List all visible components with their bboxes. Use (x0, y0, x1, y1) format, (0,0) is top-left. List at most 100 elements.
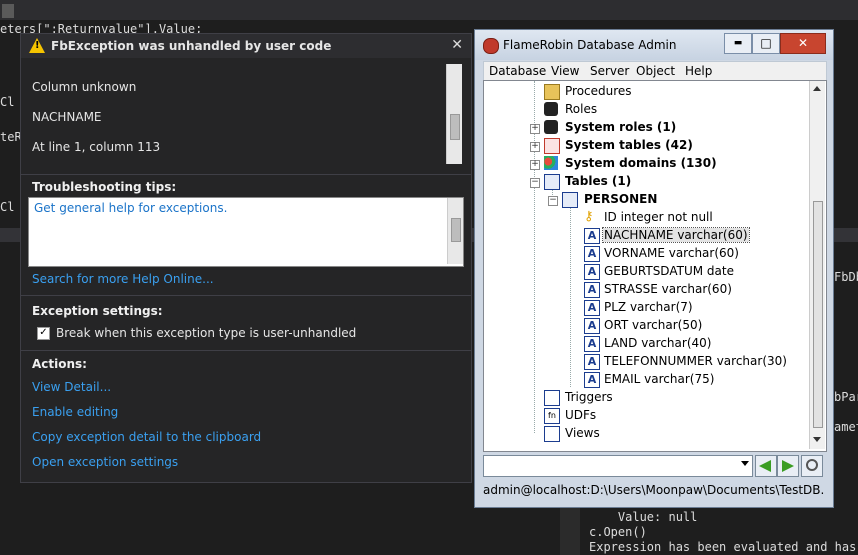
output-panel-edge (560, 505, 580, 555)
views-icon (544, 426, 560, 442)
tree-node-system-tables[interactable]: System tables (42) (565, 138, 693, 152)
tree-node-triggers[interactable]: Triggers (565, 390, 613, 404)
search-icon (806, 459, 818, 471)
exception-title-bar: ! FbException was unhandled by user code… (21, 34, 471, 58)
column-node[interactable]: GEBURTSDATUM date (604, 264, 734, 278)
column-icon: A (584, 246, 600, 262)
tree-node-system-domains[interactable]: System domains (130) (565, 156, 717, 170)
view-detail-link[interactable]: View Detail... (32, 380, 111, 394)
flamerobin-window: FlameRobin Database Admin ▬ □ ✕ Database… (474, 29, 834, 508)
column-icon: A (584, 300, 600, 316)
editor-topbar (0, 0, 858, 20)
scroll-up-icon[interactable] (813, 86, 821, 91)
message-line: Column unknown (32, 80, 137, 94)
scrollbar-thumb[interactable] (450, 114, 460, 140)
editor-tab-marker (2, 4, 14, 18)
column-icon: A (584, 318, 600, 334)
column-node[interactable]: EMAIL varchar(75) (604, 372, 714, 386)
chevron-down-icon[interactable] (741, 461, 749, 466)
tree-node-procedures[interactable]: Procedures (565, 84, 632, 98)
minimize-button[interactable]: ▬ (724, 33, 752, 54)
flamerobin-title-bar[interactable]: FlameRobin Database Admin ▬ □ ✕ (475, 30, 833, 60)
exception-dialog: ! FbException was unhandled by user code… (20, 33, 472, 483)
tree-scrollbar[interactable] (809, 81, 825, 449)
system-domains-icon (544, 156, 558, 170)
column-node[interactable]: STRASSE varchar(60) (604, 282, 732, 296)
search-bar (483, 455, 825, 477)
table-icon (562, 192, 578, 208)
exception-settings-heading: Exception settings: (32, 304, 163, 318)
column-node[interactable]: ID integer not null (604, 210, 713, 224)
column-node[interactable]: LAND varchar(40) (604, 336, 711, 350)
general-help-link[interactable]: Get general help for exceptions. (34, 201, 227, 215)
arrow-left-icon (759, 460, 771, 472)
tree-node-roles[interactable]: Roles (565, 102, 597, 116)
database-tree[interactable]: Procedures Roles + System roles (1) + Sy… (483, 80, 827, 452)
expand-icon[interactable]: + (530, 124, 540, 134)
menu-server[interactable]: Server (590, 64, 629, 78)
window-title: FlameRobin Database Admin (503, 38, 677, 52)
column-icon: A (584, 372, 600, 388)
break-checkbox[interactable]: ✓ (37, 327, 50, 340)
menu-object[interactable]: Object (636, 64, 675, 78)
search-help-online-link[interactable]: Search for more Help Online... (32, 272, 214, 286)
search-button[interactable] (801, 455, 823, 477)
divider (21, 174, 471, 175)
column-node[interactable]: VORNAME varchar(60) (604, 246, 739, 260)
udfs-icon: fn (544, 408, 560, 424)
forward-button[interactable] (777, 455, 799, 477)
tree-node-views[interactable]: Views (565, 426, 600, 440)
close-icon[interactable]: ✕ (451, 37, 463, 53)
column-icon: A (584, 282, 600, 298)
expand-icon[interactable]: + (530, 142, 540, 152)
column-node[interactable]: PLZ varchar(7) (604, 300, 693, 314)
expand-icon[interactable]: + (530, 160, 540, 170)
arrow-right-icon (782, 460, 794, 472)
key-icon: ⚷ (584, 209, 594, 224)
menu-bar: Database View Server Object Help (483, 61, 827, 81)
tips-box: Get general help for exceptions. (28, 197, 464, 267)
menu-database[interactable]: Database (489, 64, 546, 78)
copy-detail-link[interactable]: Copy exception detail to the clipboard (32, 430, 261, 444)
tree-node-tables[interactable]: Tables (1) (565, 174, 631, 188)
column-node-selected[interactable]: NACHNAME varchar(60) (602, 227, 750, 243)
flamerobin-logo-icon (483, 38, 499, 54)
tips-scrollbar[interactable] (447, 198, 463, 264)
close-button[interactable]: ✕ (780, 33, 826, 54)
code-line: amet (834, 420, 858, 434)
tree-line (570, 207, 571, 387)
system-tables-icon (544, 138, 560, 154)
scroll-down-icon[interactable] (813, 437, 821, 442)
enable-editing-link[interactable]: Enable editing (32, 405, 118, 419)
tree-node-udfs[interactable]: UDFs (565, 408, 596, 422)
menu-view[interactable]: View (551, 64, 579, 78)
back-button[interactable] (755, 455, 777, 477)
search-combo[interactable] (483, 455, 753, 477)
scrollbar-thumb[interactable] (813, 201, 823, 428)
collapse-icon[interactable]: − (548, 196, 558, 206)
divider (21, 350, 471, 351)
column-icon: A (584, 228, 600, 244)
roles-icon (544, 102, 558, 116)
column-node[interactable]: ORT varchar(50) (604, 318, 702, 332)
break-checkbox-label[interactable]: Break when this exception type is user-u… (56, 326, 356, 340)
column-node[interactable]: TELEFONNUMMER varchar(30) (604, 354, 787, 368)
code-line: Cl (0, 200, 15, 214)
message-line: At line 1, column 113 (32, 140, 161, 154)
watch-line: Expression has been evaluated and has r (589, 540, 858, 554)
message-line: NACHNAME (32, 110, 102, 124)
tree-node-system-roles[interactable]: System roles (1) (565, 120, 676, 134)
menu-help[interactable]: Help (685, 64, 712, 78)
system-roles-icon (544, 120, 558, 134)
procedures-icon (544, 84, 560, 100)
watch-line: Value: null (589, 510, 698, 524)
column-icon: A (584, 336, 600, 352)
maximize-button[interactable]: □ (752, 33, 780, 54)
tree-node-table-personen[interactable]: PERSONEN (584, 192, 657, 206)
code-line: Cl (0, 95, 15, 109)
open-exception-settings-link[interactable]: Open exception settings (32, 455, 178, 469)
collapse-icon[interactable]: − (530, 178, 540, 188)
column-icon: A (584, 354, 600, 370)
message-scrollbar[interactable] (446, 64, 462, 164)
scrollbar-thumb[interactable] (451, 218, 461, 242)
